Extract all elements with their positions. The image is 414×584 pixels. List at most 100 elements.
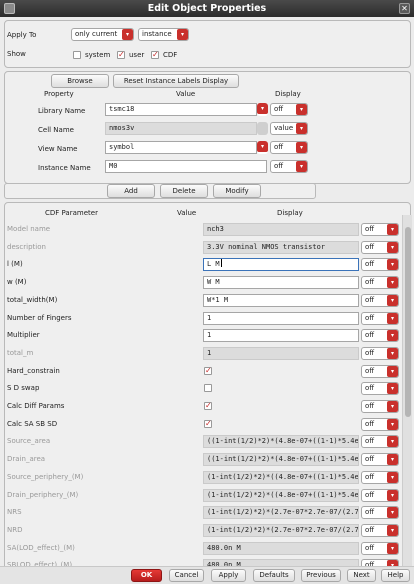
cdf-display-select[interactable]: off ▾ (361, 506, 399, 520)
apply-to-label: Apply To (7, 31, 37, 39)
library-browse-dropdown[interactable]: ▾ (257, 103, 268, 116)
title-bar: Edit Object Properties ✕ (0, 0, 414, 17)
close-icon[interactable]: ✕ (399, 3, 410, 14)
apply-scope-select[interactable]: only current ▾ (71, 28, 134, 41)
cdf-display-select[interactable]: off ▾ (361, 488, 399, 502)
cdf-param-label: NRS (7, 508, 22, 517)
defaults-button[interactable]: Defaults (253, 569, 295, 582)
col-property: Property (44, 90, 74, 98)
instance-name-field[interactable]: M0 (105, 160, 267, 173)
cdf-checkbox[interactable]: ✓ (204, 366, 212, 375)
ok-button[interactable]: OK (131, 569, 162, 582)
cdf-display-select[interactable]: off ▾ (361, 382, 399, 396)
show-system-checkbox[interactable] (73, 51, 81, 59)
add-button[interactable]: Add (107, 184, 155, 198)
cdf-value-field[interactable]: 1 (203, 311, 359, 325)
view-name-label: View Name (38, 145, 78, 153)
cdf-checkbox[interactable] (204, 384, 212, 393)
cdf-value-text: (1-int(1/2)*2)*(2.7e-07*2.7e-07/(2.7 (207, 525, 359, 534)
display-value: off (274, 162, 284, 170)
view-display-select[interactable]: off ▾ (270, 141, 308, 154)
col-display: Display (275, 90, 301, 98)
apply-scope-value: only current (75, 30, 118, 38)
cdf-value-field[interactable]: ((1-int(1/2)*2)*(4.8e-07+((1-1)*5.4e (203, 435, 359, 449)
cdf-value-field[interactable]: W M (203, 276, 359, 290)
cdf-display-select[interactable]: off ▾ (361, 329, 399, 343)
apply-button[interactable]: Apply (211, 569, 246, 582)
library-name-field[interactable]: tsmc18 (105, 103, 257, 116)
cell-display-select[interactable]: value ▾ (270, 122, 308, 135)
cdf-display-select[interactable]: off ▾ (361, 258, 399, 272)
chevron-down-icon: ▾ (387, 224, 398, 235)
cell-browse-dropdown (257, 122, 268, 135)
cdf-display-select[interactable]: off ▾ (361, 435, 399, 449)
chevron-down-icon: ▾ (387, 489, 398, 501)
cdf-display-select[interactable]: off ▾ (361, 400, 399, 413)
cdf-value-field[interactable]: (1-int(1/2)*2)*(2.7e-07*2.7e-07/(2.7 (203, 506, 359, 520)
scrollbar-thumb[interactable] (405, 227, 411, 417)
view-browse-dropdown[interactable]: ▾ (257, 141, 268, 154)
cancel-button[interactable]: Cancel (169, 569, 204, 582)
chevron-down-icon: ▾ (387, 330, 398, 342)
cdf-param-label: SA(LOD_effect)_(M) (7, 543, 75, 552)
browse-button[interactable]: Browse (51, 74, 109, 88)
cdf-value-text: 480.0n M (207, 543, 241, 552)
instance-panel: Browse Reset Instance Labels Display Pro… (4, 71, 411, 184)
display-value: off (365, 402, 375, 410)
cdf-value-field[interactable]: 480.0n M (203, 541, 359, 555)
cdf-display-select[interactable]: off ▾ (361, 293, 399, 307)
show-system-label: system (85, 51, 111, 59)
next-button[interactable]: Next (347, 569, 376, 582)
cdf-display-select[interactable]: off ▾ (361, 364, 399, 378)
cdf-display-select[interactable]: off ▾ (361, 417, 399, 431)
show-cdf-checkbox[interactable]: ✓ (151, 51, 159, 59)
cdf-display-select[interactable]: off ▾ (361, 470, 399, 484)
display-value: off (365, 331, 375, 340)
cdf-param-label: Model name (7, 225, 51, 233)
cdf-value-field[interactable]: (1-int(1/2)*2)*(2.7e-07*2.7e-07/(2.7 (203, 523, 359, 537)
library-display-select[interactable]: off ▾ (270, 103, 308, 116)
chevron-down-icon: ▾ (387, 259, 398, 271)
cdf-display-select[interactable]: off ▾ (361, 223, 399, 236)
modify-button[interactable]: Modify (213, 184, 261, 198)
cdf-value-field[interactable]: ((1-int(1/2)*2)*(4.8e-07+((1-1)*5.4e (203, 453, 359, 467)
display-value: off (365, 225, 375, 233)
dialog-body: Apply To only current ▾ instance ▾ Show sy… (0, 17, 414, 584)
cdf-value-field[interactable]: L M (203, 258, 359, 272)
cdf-value-field: 1 (203, 346, 359, 360)
show-user-checkbox[interactable]: ✓ (117, 51, 125, 59)
cdf-display-select[interactable]: off ▾ (361, 240, 399, 254)
cdf-display-select[interactable]: off ▾ (361, 276, 399, 290)
cdf-scrollbar[interactable] (402, 215, 412, 578)
library-name-label: Library Name (38, 107, 86, 115)
cdf-value-field: nch3 (203, 223, 359, 236)
help-button[interactable]: Help (381, 569, 410, 582)
cdf-display-select[interactable]: off ▾ (361, 453, 399, 467)
apply-target-select[interactable]: instance ▾ (138, 28, 189, 41)
cdf-checkbox[interactable]: ✓ (204, 419, 212, 428)
cdf-value-field[interactable]: W*1 M (203, 293, 359, 307)
cdf-display-select[interactable]: off ▾ (361, 541, 399, 555)
cdf-col-display: Display (277, 209, 303, 217)
cdf-value-field[interactable]: (1-int(1/2)*2)*((4.8e-07+((1-1)*5.4e (203, 488, 359, 502)
reset-labels-button[interactable]: Reset Instance Labels Display (113, 74, 239, 88)
cdf-value-field[interactable]: 1 (203, 329, 359, 343)
display-value: off (365, 525, 375, 534)
action-bar: Add Delete Modify (4, 183, 316, 199)
display-value: off (365, 490, 375, 499)
show-label: Show (7, 50, 26, 58)
instance-display-select[interactable]: off ▾ (270, 160, 308, 173)
cdf-param-label: l (M) (7, 260, 23, 269)
cdf-display-select[interactable]: off ▾ (361, 311, 399, 325)
delete-button[interactable]: Delete (160, 184, 208, 198)
cdf-display-select[interactable]: off ▾ (361, 346, 399, 360)
cdf-value-text: (1-int(1/2)*2)*(2.7e-07*2.7e-07/(2.7 (207, 508, 359, 517)
cdf-value-field: 3.3V nominal NMOS transistor (203, 240, 359, 254)
cdf-value-field[interactable]: (1-int(1/2)*2)*((4.8e-07+((1-1)*5.4e (203, 470, 359, 484)
instance-name-label: Instance Name (38, 164, 91, 172)
window-menu-icon[interactable] (4, 3, 15, 14)
view-name-field[interactable]: symbol (105, 141, 257, 154)
previous-button[interactable]: Previous (301, 569, 341, 582)
cdf-display-select[interactable]: off ▾ (361, 523, 399, 537)
cdf-checkbox[interactable]: ✓ (204, 402, 212, 410)
